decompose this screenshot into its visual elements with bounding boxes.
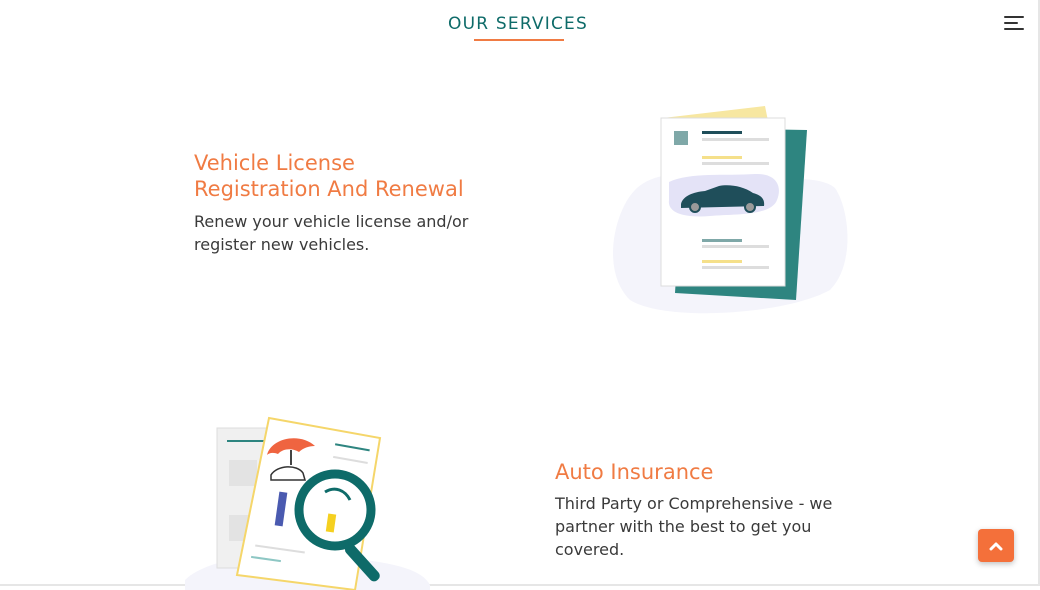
page-frame — [0, 0, 1040, 586]
service-title-line: Vehicle License — [194, 151, 355, 175]
service-description-vehicle-license: Renew your vehicle license and/or regist… — [194, 210, 468, 256]
service-description-line: Renew your vehicle license and/or — [194, 212, 469, 231]
menu-line — [1004, 22, 1018, 24]
service-title-vehicle-license: Vehicle License Registration And Renewal — [194, 150, 464, 202]
section-title-underline — [474, 39, 564, 41]
menu-line — [1004, 16, 1024, 18]
menu-line — [1004, 28, 1024, 30]
hamburger-menu-button[interactable] — [1002, 14, 1026, 32]
service-description-auto-insurance: Third Party or Comprehensive - we partne… — [555, 492, 832, 561]
service-title-auto-insurance: Auto Insurance — [555, 460, 714, 484]
scroll-to-top-button[interactable] — [978, 529, 1014, 562]
insurance-search-illustration — [185, 416, 430, 590]
service-description-line: partner with the best to get you — [555, 517, 812, 536]
service-title-line: Registration And Renewal — [194, 177, 464, 201]
chevron-up-icon — [989, 542, 1003, 550]
vehicle-documents-illustration — [613, 106, 848, 314]
service-description-line: covered. — [555, 540, 625, 559]
service-description-line: register new vehicles. — [194, 235, 370, 254]
service-description-line: Third Party or Comprehensive - we — [555, 494, 833, 513]
section-title: OUR SERVICES — [448, 14, 588, 34]
